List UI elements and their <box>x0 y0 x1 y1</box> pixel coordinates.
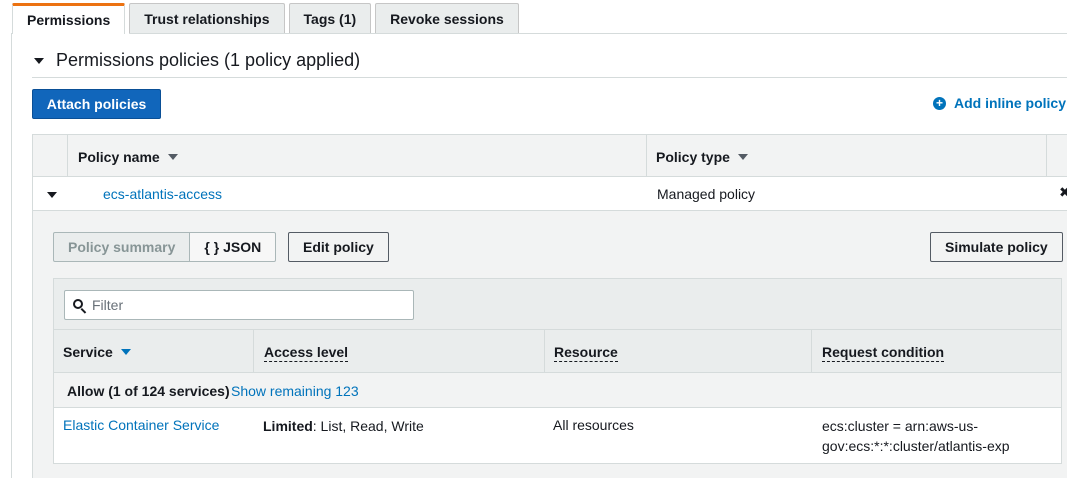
page-left-border <box>11 33 12 478</box>
allow-summary-row: Allow (1 of 124 services) Show remaining… <box>53 373 1062 408</box>
sort-caret-icon <box>167 154 178 160</box>
column-divider <box>67 135 68 177</box>
tab-label: Trust relationships <box>144 11 270 27</box>
filter-input[interactable]: Filter <box>64 290 414 320</box>
column-divider <box>811 330 812 372</box>
filter-bar: Filter <box>53 278 1062 330</box>
policy-type-value: Managed policy <box>657 186 756 202</box>
allow-count-text: Allow (1 of 124 services) <box>67 383 230 399</box>
column-divider <box>1046 135 1047 177</box>
plus-circle-icon: + <box>932 96 946 110</box>
tab-permissions[interactable]: Permissions <box>12 3 126 34</box>
column-header-policy-name[interactable]: Policy name <box>78 149 178 165</box>
column-header-request-condition[interactable]: Request condition <box>822 344 945 362</box>
policies-table: Policy name Policy type ecs-atlantis-acc… <box>32 134 1067 211</box>
tab-revoke-sessions[interactable]: Revoke sessions <box>375 3 519 34</box>
section-divider <box>32 77 1067 78</box>
add-inline-policy-label: Add inline policy <box>953 95 1066 111</box>
resource-value: All resources <box>553 417 634 433</box>
caret-down-icon <box>34 57 44 64</box>
simulate-policy-button[interactable]: Simulate policy <box>930 232 1063 262</box>
column-header-label: Request condition <box>822 344 945 362</box>
column-divider <box>253 330 254 372</box>
edit-policy-button[interactable]: Edit policy <box>288 232 389 262</box>
column-header-label: Resource <box>554 344 618 362</box>
add-inline-policy-link[interactable]: + Add inline policy <box>932 95 1066 111</box>
attach-policies-button[interactable]: Attach policies <box>32 89 161 119</box>
search-icon <box>73 298 87 314</box>
tab-label: Revoke sessions <box>390 11 504 27</box>
request-condition-value: ecs:cluster = arn:aws-us-gov:ecs:*:*:clu… <box>822 418 1010 454</box>
close-icon[interactable]: ✖ <box>1059 184 1067 201</box>
sort-caret-icon <box>120 349 131 355</box>
permissions-policies-header[interactable]: Permissions policies (1 policy applied) <box>34 50 360 71</box>
access-level-value: Limited: List, Read, Write <box>263 418 424 434</box>
column-header-resource[interactable]: Resource <box>554 344 618 362</box>
policy-details-panel: Policy summary { } JSON Edit policy Simu… <box>32 211 1067 478</box>
column-divider <box>646 135 647 177</box>
expand-row-caret-icon[interactable] <box>47 192 57 198</box>
access-actions: : List, Read, Write <box>312 418 424 434</box>
access-level-label: Limited <box>263 418 313 434</box>
column-header-label: Policy type <box>656 149 730 165</box>
policy-summary-button[interactable]: Policy summary <box>53 232 191 262</box>
tab-tags[interactable]: Tags (1) <box>288 3 372 34</box>
filter-placeholder: Filter <box>92 297 124 313</box>
service-link[interactable]: Elastic Container Service <box>63 417 219 433</box>
policies-table-header: Policy name Policy type <box>32 134 1067 177</box>
tab-bar: Permissions Trust relationships Tags (1)… <box>12 3 523 34</box>
tabs-divider <box>129 33 1067 34</box>
column-header-label: Access level <box>264 344 349 362</box>
tab-trust-relationships[interactable]: Trust relationships <box>129 3 285 34</box>
column-divider <box>544 330 545 372</box>
policy-view-toggle: Policy summary { } JSON <box>53 232 277 262</box>
show-remaining-link[interactable]: Show remaining 123 <box>231 383 359 399</box>
column-header-policy-type[interactable]: Policy type <box>656 149 748 165</box>
table-row: ecs-atlantis-access Managed policy ✖ <box>32 177 1067 211</box>
tab-label: Tags (1) <box>303 11 357 27</box>
json-button[interactable]: { } JSON <box>190 232 277 262</box>
column-header-service[interactable]: Service <box>63 344 131 360</box>
tab-label: Permissions <box>27 12 111 28</box>
summary-table-header: Service Access level Resource Request co… <box>53 330 1062 373</box>
policy-name-link[interactable]: ecs-atlantis-access <box>103 186 222 202</box>
column-header-access-level[interactable]: Access level <box>264 344 349 362</box>
section-title: Permissions policies (1 policy applied) <box>56 50 361 70</box>
column-header-label: Service <box>63 344 113 360</box>
policy-summary-table: Filter Service Access level Resource Req… <box>53 278 1062 464</box>
column-header-label: Policy name <box>78 149 160 165</box>
sort-caret-icon <box>737 154 748 160</box>
table-row: Elastic Container Service Limited: List,… <box>53 408 1062 464</box>
